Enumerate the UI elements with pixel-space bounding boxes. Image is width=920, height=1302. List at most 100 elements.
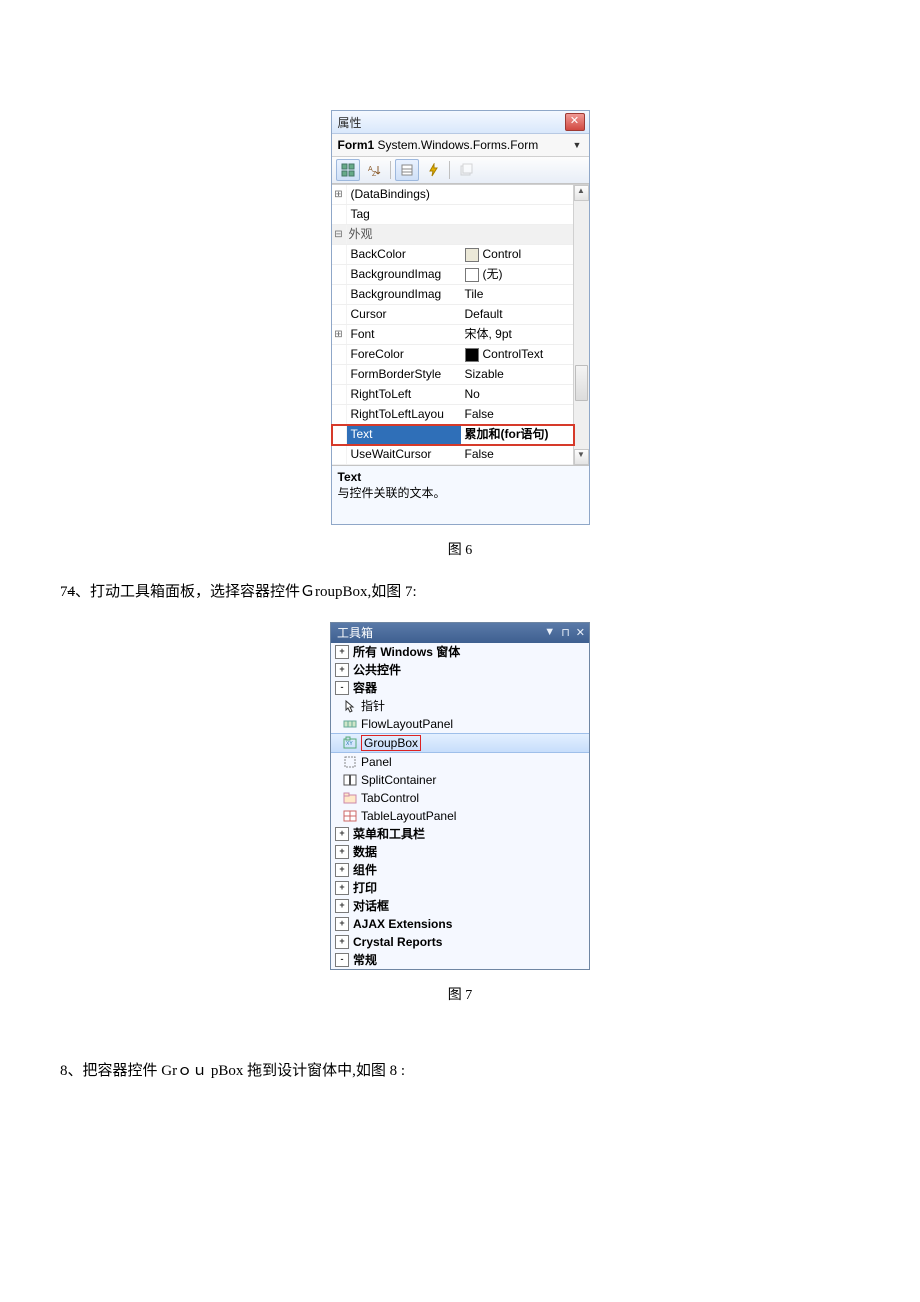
dropdown-icon[interactable]: ▼ (544, 626, 555, 639)
property-value[interactable]: ControlText (461, 345, 574, 364)
property-value[interactable]: False (461, 445, 574, 464)
expand-icon[interactable]: + (335, 863, 349, 877)
property-value[interactable] (459, 225, 574, 244)
toolbox-category[interactable]: -容器 (331, 679, 589, 697)
property-value[interactable]: Tile (461, 285, 574, 304)
expand-icon[interactable]: ⊞ (332, 325, 347, 344)
expand-icon[interactable]: + (335, 845, 349, 859)
property-value[interactable]: 累加和(for语句) (461, 425, 574, 444)
property-row[interactable]: BackgroundImagTile (332, 285, 574, 305)
scroll-thumb[interactable] (575, 365, 588, 401)
toolbox-item[interactable]: FlowLayoutPanel (331, 715, 589, 733)
property-row[interactable]: RightToLeftLayouFalse (332, 405, 574, 425)
window-title: 工具箱 (337, 624, 373, 641)
toolbox-category[interactable]: + 菜单和工具栏 (331, 825, 589, 843)
toolbox-category[interactable]: +公共控件 (331, 661, 589, 679)
expand-icon[interactable]: + (335, 917, 349, 931)
property-row[interactable]: RightToLeftNo (332, 385, 574, 405)
item-label: Panel (361, 755, 392, 769)
categorized-icon[interactable] (336, 159, 360, 181)
property-row[interactable]: Tag (332, 205, 574, 225)
panel-icon (343, 755, 357, 769)
toolbox-item[interactable]: XYGroupBox (331, 733, 589, 753)
step-7-text: 74、打动工具箱面板，选择容器控件ＧroupBox,如图 7: (60, 581, 860, 604)
window-titlebar[interactable]: 工具箱 ▼ ⊓ ✕ (331, 623, 589, 643)
toolbox-item[interactable]: 指针 (331, 697, 589, 715)
property-row[interactable]: BackColorControl (332, 245, 574, 265)
category-label: 所有 Windows 窗体 (353, 643, 460, 660)
property-value[interactable]: 宋体, 9pt (461, 325, 574, 344)
expand-icon[interactable]: ⊟ (332, 225, 347, 244)
property-row[interactable]: BackgroundImag(无) (332, 265, 574, 285)
property-name: FormBorderStyle (347, 365, 461, 384)
toolbox-category[interactable]: +打印 (331, 879, 589, 897)
expand-icon[interactable]: + (335, 881, 349, 895)
category-label: 容器 (353, 679, 377, 696)
expand-icon (332, 265, 347, 284)
close-icon[interactable]: ✕ (576, 626, 585, 639)
alphabetical-icon[interactable]: AZ (362, 159, 386, 181)
properties-icon[interactable] (395, 159, 419, 181)
toolbox-category[interactable]: + 所有 Windows 窗体 (331, 643, 589, 661)
pin-icon[interactable]: ⊓ (561, 626, 570, 639)
property-row[interactable]: FormBorderStyleSizable (332, 365, 574, 385)
property-row[interactable]: ForeColorControlText (332, 345, 574, 365)
toolbox-item[interactable]: Panel (331, 753, 589, 771)
help-title: Text (338, 470, 583, 484)
expand-icon[interactable]: - (335, 953, 349, 967)
expand-icon[interactable]: + (335, 935, 349, 949)
toolbox-category[interactable]: +Crystal Reports (331, 933, 589, 951)
property-value[interactable]: Sizable (461, 365, 574, 384)
expand-icon (332, 385, 347, 404)
item-label: GroupBox (361, 735, 421, 751)
toolbox-category[interactable]: +AJAX Extensions (331, 915, 589, 933)
expand-icon[interactable]: + (335, 899, 349, 913)
property-value[interactable]: False (461, 405, 574, 424)
property-grid: ⊞(DataBindings)Tag⊟外观BackColorControlBac… (332, 184, 589, 465)
property-row[interactable]: ⊞Font宋体, 9pt (332, 325, 574, 345)
property-name: RightToLeft (347, 385, 461, 404)
expand-icon[interactable]: - (335, 681, 349, 695)
property-pages-icon[interactable] (454, 159, 478, 181)
expand-icon (332, 245, 347, 264)
property-value[interactable] (461, 185, 574, 204)
scroll-down-icon[interactable]: ▼ (574, 449, 589, 465)
property-row[interactable]: UseWaitCursorFalse (332, 445, 574, 465)
toolbox-category[interactable]: +数据 (331, 843, 589, 861)
property-value[interactable]: (无) (461, 265, 574, 284)
scrollbar[interactable]: ▲ ▼ (573, 185, 589, 465)
chevron-down-icon[interactable]: ▼ (573, 140, 583, 150)
property-value[interactable] (461, 205, 574, 224)
property-value[interactable]: No (461, 385, 574, 404)
property-value[interactable]: Control (461, 245, 574, 264)
object-selector[interactable]: Form1 System.Windows.Forms.Form ▼ (332, 134, 589, 157)
color-swatch-icon (465, 248, 479, 262)
toolbox-item[interactable]: TabControl (331, 789, 589, 807)
toolbox-category[interactable]: + 组件 (331, 861, 589, 879)
close-icon[interactable]: ✕ (565, 113, 585, 131)
property-value[interactable]: Default (461, 305, 574, 324)
property-category[interactable]: ⊟外观 (332, 225, 574, 245)
window-titlebar[interactable]: 属性 ✕ (332, 111, 589, 134)
events-icon[interactable] (421, 159, 445, 181)
toolbox-category[interactable]: + 对话框 (331, 897, 589, 915)
toolbox-item[interactable]: SplitContainer (331, 771, 589, 789)
property-row[interactable]: CursorDefault (332, 305, 574, 325)
expand-icon[interactable]: + (335, 663, 349, 677)
property-name: Cursor (347, 305, 461, 324)
split-icon (343, 773, 357, 787)
category-label: 菜单和工具栏 (353, 825, 425, 842)
toolbox-category[interactable]: -常规 (331, 951, 589, 969)
property-name: Text (347, 425, 461, 444)
category-label: 组件 (353, 861, 377, 878)
expand-icon[interactable]: ⊞ (332, 185, 347, 204)
toolbox-item[interactable]: TableLayoutPanel (331, 807, 589, 825)
expand-icon[interactable]: + (335, 645, 349, 659)
help-panel: Text 与控件关联的文本。 (332, 465, 589, 524)
property-name: Tag (347, 205, 461, 224)
category-label: 对话框 (353, 897, 389, 914)
property-row[interactable]: ⊞(DataBindings) (332, 185, 574, 205)
property-row[interactable]: Text累加和(for语句) (332, 425, 574, 445)
scroll-up-icon[interactable]: ▲ (574, 185, 589, 201)
expand-icon[interactable]: + (335, 827, 349, 841)
